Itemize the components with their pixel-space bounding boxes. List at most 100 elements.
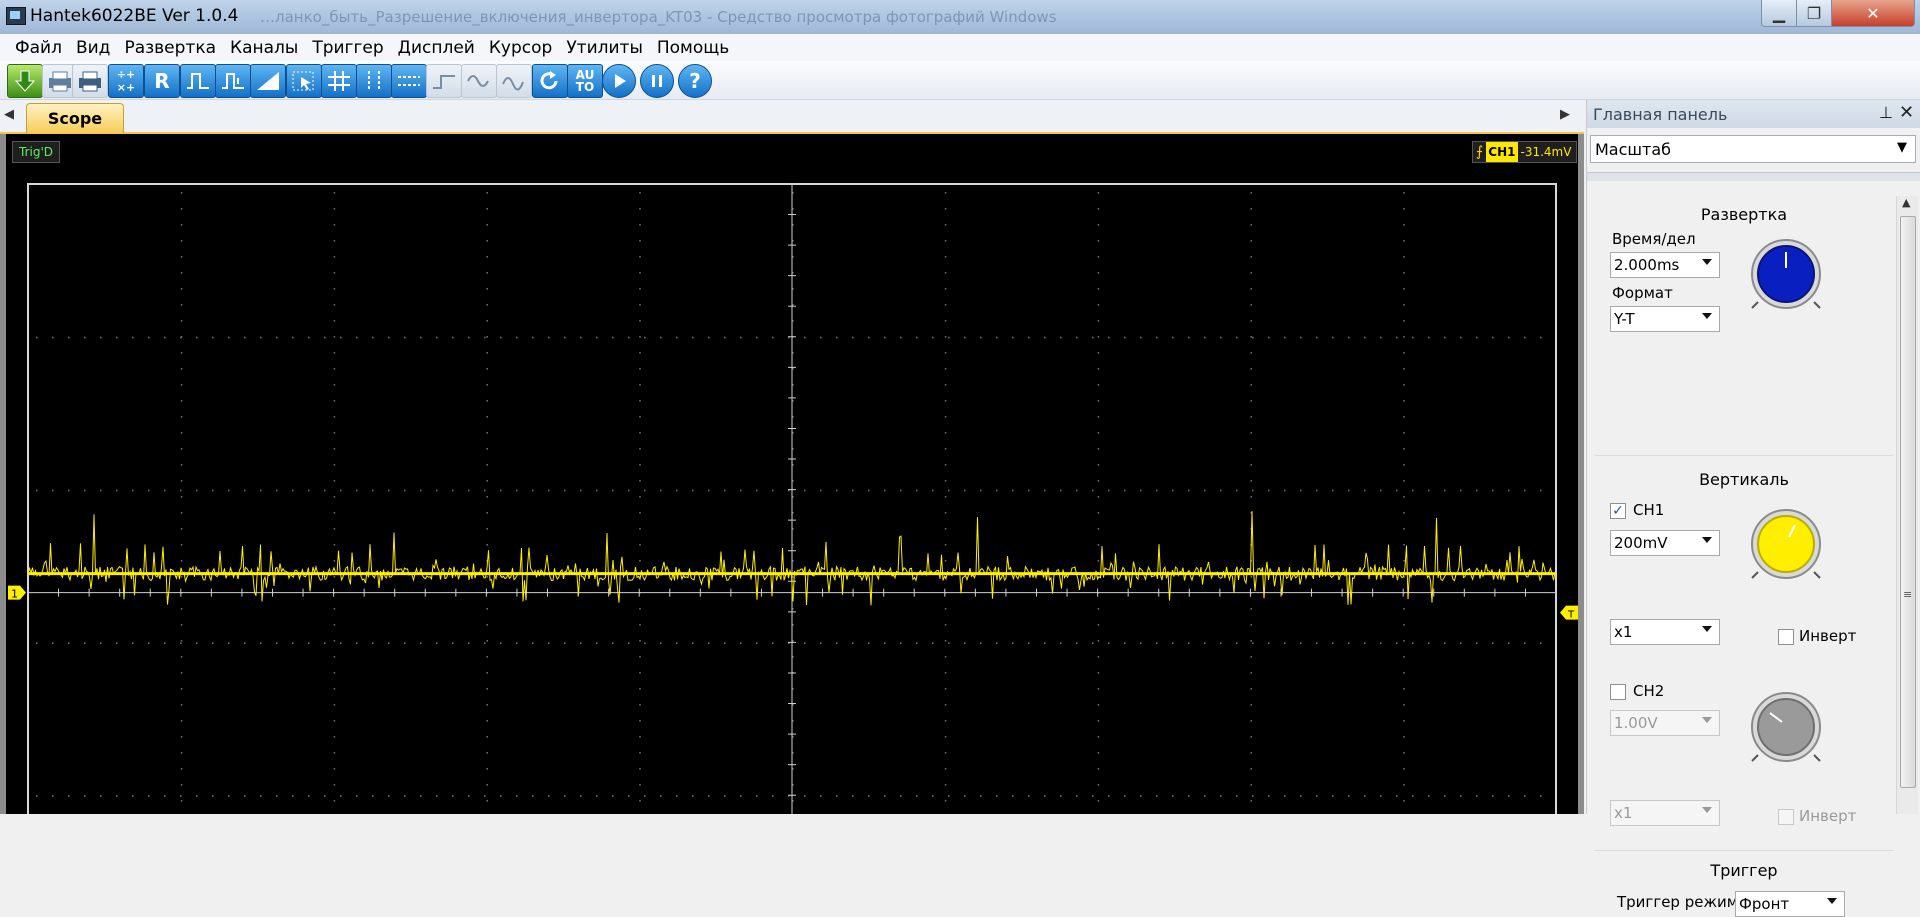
math-icon: ÷+ ×+ — [116, 68, 136, 94]
menu-channels[interactable]: Каналы — [230, 38, 298, 58]
panel-close-button[interactable]: ✕ — [1899, 102, 1914, 123]
pin-icon[interactable]: ⊥ — [1879, 103, 1893, 122]
sine-2-button[interactable] — [496, 64, 532, 98]
ch2-invert-checkbox[interactable] — [1778, 809, 1794, 825]
ch1-marker-label: 1 — [11, 588, 18, 601]
save-button[interactable] — [7, 64, 43, 98]
cursor-horizontal-button[interactable] — [391, 64, 427, 98]
ramp-icon — [257, 72, 279, 90]
cursor-vertical-button[interactable] — [356, 64, 392, 98]
reference-button[interactable]: R — [144, 64, 180, 98]
print-preview-button[interactable] — [72, 64, 108, 98]
menu-display[interactable]: Дисплей — [398, 38, 475, 58]
chevron-down-icon — [1702, 626, 1712, 632]
step-button[interactable] — [426, 64, 462, 98]
menu-file[interactable]: Файл — [15, 38, 62, 58]
minimize-icon: ▁ — [1772, 3, 1786, 23]
close-button[interactable]: ✕ — [1831, 0, 1915, 27]
menu-help[interactable]: Помощь — [657, 38, 729, 58]
reset-button[interactable] — [532, 64, 568, 98]
ch2-volts-knob[interactable] — [1748, 689, 1824, 765]
pulse-2-button[interactable] — [215, 64, 251, 98]
tab-scroll-right-icon[interactable]: ▶ — [1560, 107, 1570, 122]
scrollbar-thumb[interactable] — [1900, 216, 1916, 788]
trigger-marker-label: T — [1567, 610, 1575, 621]
window-title: Hantek6022BE Ver 1.0.4 — [30, 6, 239, 26]
help-button[interactable]: ? — [678, 64, 712, 98]
menu-trigger[interactable]: Триггер — [312, 38, 383, 58]
cursor-select-icon — [292, 71, 314, 91]
maximize-button[interactable]: ❐ — [1796, 0, 1832, 27]
chevron-down-icon — [1702, 313, 1712, 319]
trigger-mode-select[interactable]: Фронт — [1735, 891, 1845, 917]
save-green-icon — [14, 70, 36, 92]
ch1-probe-value: x1 — [1614, 623, 1633, 641]
channel-label: CH1 — [1486, 142, 1518, 162]
ch2-volts-value: 1.00V — [1614, 714, 1658, 732]
trigger-title: Триггер — [1710, 861, 1778, 880]
print-preview-icon — [79, 71, 101, 92]
ch1-volts-value: 200mV — [1614, 534, 1668, 552]
background-window-title: …ланко_быть_Разрешение_включения_инверто… — [260, 8, 1057, 26]
ch2-volts-select[interactable]: 1.00V — [1610, 710, 1720, 736]
sine-icon — [467, 75, 489, 87]
time-per-div-value: 2.000ms — [1614, 256, 1680, 274]
ch2-label: CH2 — [1633, 682, 1665, 700]
reset-icon — [540, 71, 558, 90]
format-select[interactable]: Y-T — [1610, 306, 1720, 332]
app-icon — [6, 7, 26, 25]
time-per-div-select[interactable]: 2.000ms — [1610, 252, 1720, 278]
menu-cursor[interactable]: Курсор — [489, 38, 552, 58]
menu-view[interactable]: Вид — [76, 38, 110, 58]
menu-timebase[interactable]: Развертка — [124, 38, 216, 58]
ramp-button[interactable] — [250, 64, 286, 98]
timebase-section: Развертка Время/дел 2.000ms Формат Y-T — [1595, 200, 1893, 455]
cursor-select-button[interactable] — [286, 64, 322, 98]
pause-button[interactable] — [640, 64, 674, 98]
cursor-h-icon — [398, 76, 420, 86]
ch1-checkbox[interactable]: ✓ — [1610, 503, 1626, 519]
graticule-grid — [36, 192, 1542, 802]
step-icon — [433, 75, 455, 89]
ch2-probe-select[interactable]: x1 — [1610, 800, 1720, 826]
ch2-checkbox[interactable] — [1610, 684, 1626, 700]
ch2-invert-label: Инверт — [1799, 807, 1857, 825]
panel-scrollbar[interactable]: ▲ ≡ — [1896, 196, 1918, 814]
menu-utilities[interactable]: Утилиты — [566, 38, 643, 58]
sine-button[interactable] — [461, 64, 497, 98]
trigger-mode-value: Фронт — [1739, 895, 1790, 913]
chevron-down-icon — [1827, 898, 1837, 904]
panel-mode-select[interactable]: Масштаб ▼ — [1590, 135, 1916, 163]
axis-ticks — [27, 183, 1557, 796]
timebase-knob[interactable] — [1748, 236, 1824, 312]
panel-title: Главная панель — [1593, 105, 1728, 124]
close-icon: ✕ — [1866, 3, 1880, 23]
vertical-section: Вертикаль ✓ CH1 200mV x1 Инверт CH2 1.00… — [1595, 455, 1893, 860]
sine-2-icon — [502, 77, 524, 91]
ch1-volts-knob[interactable] — [1748, 506, 1824, 582]
chevron-down-icon: ▼ — [1897, 140, 1907, 155]
grid-button[interactable] — [321, 64, 357, 98]
ch1-invert-label: Инверт — [1799, 627, 1857, 645]
toolbar: ÷+ ×+ R AU TO ? — [0, 61, 1920, 100]
ch1-invert-checkbox[interactable] — [1778, 629, 1794, 645]
format-label: Формат — [1612, 284, 1673, 302]
tab-scroll-left-icon[interactable]: ◀ — [4, 107, 14, 122]
run-button[interactable] — [602, 64, 636, 98]
main-panel: Главная панель ⊥ ✕ Масштаб ▼ ▲ ≡ Разверт… — [1586, 100, 1920, 917]
auto-button[interactable]: AU TO — [567, 64, 603, 98]
ch1-volts-select[interactable]: 200mV — [1610, 530, 1720, 556]
auto-icon: AU TO — [575, 68, 595, 94]
format-value: Y-T — [1614, 310, 1635, 328]
scope-screen[interactable]: 1T — [0, 134, 1584, 814]
ch1-probe-select[interactable]: x1 — [1610, 619, 1720, 645]
pulse-button[interactable] — [180, 64, 216, 98]
ch1-label: CH1 — [1633, 501, 1665, 519]
pause-icon — [652, 75, 662, 87]
grid-icon — [328, 71, 350, 91]
math-button[interactable]: ÷+ ×+ — [108, 64, 144, 98]
chevron-down-icon — [1702, 259, 1712, 265]
minimize-button[interactable]: ▁ — [1761, 0, 1797, 27]
scroll-up-icon[interactable]: ▲ — [1902, 196, 1910, 209]
tab-scope[interactable]: Scope — [26, 103, 124, 133]
